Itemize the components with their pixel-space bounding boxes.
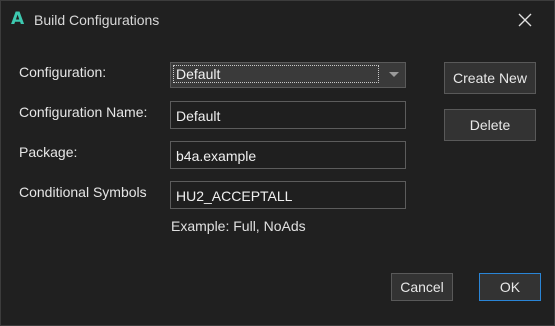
window-title: Build Configurations xyxy=(34,12,160,28)
ok-button[interactable]: OK xyxy=(479,273,541,301)
conditional-symbols-input[interactable]: HU2_ACCEPTALL xyxy=(170,181,406,209)
cancel-button-label: Cancel xyxy=(400,279,444,295)
ok-button-label: OK xyxy=(499,279,521,295)
configuration-dropdown[interactable]: Default xyxy=(170,62,406,88)
close-button[interactable] xyxy=(506,5,544,35)
build-configurations-dialog: A Build Configurations Configuration: De… xyxy=(0,0,555,326)
configuration-name-input[interactable]: Default xyxy=(170,101,406,129)
delete-button[interactable]: Delete xyxy=(444,109,536,141)
package-input[interactable]: b4a.example xyxy=(170,141,406,169)
close-icon xyxy=(518,13,532,27)
delete-button-label: Delete xyxy=(469,117,511,133)
conditional-symbols-example-hint: Example: Full, NoAds xyxy=(171,218,306,234)
create-new-button[interactable]: Create New xyxy=(444,62,536,94)
package-label: Package: xyxy=(19,144,78,160)
create-new-button-label: Create New xyxy=(453,70,527,86)
configuration-selected-value: Default xyxy=(173,65,379,83)
configuration-name-label: Configuration Name: xyxy=(19,104,148,120)
conditional-symbols-label: Conditional Symbols xyxy=(19,184,147,200)
configuration-label: Configuration: xyxy=(19,64,107,80)
cancel-button[interactable]: Cancel xyxy=(391,273,453,301)
title-bar[interactable]: A Build Configurations xyxy=(1,1,554,39)
app-logo-icon: A xyxy=(11,9,25,29)
chevron-down-icon xyxy=(389,72,399,77)
